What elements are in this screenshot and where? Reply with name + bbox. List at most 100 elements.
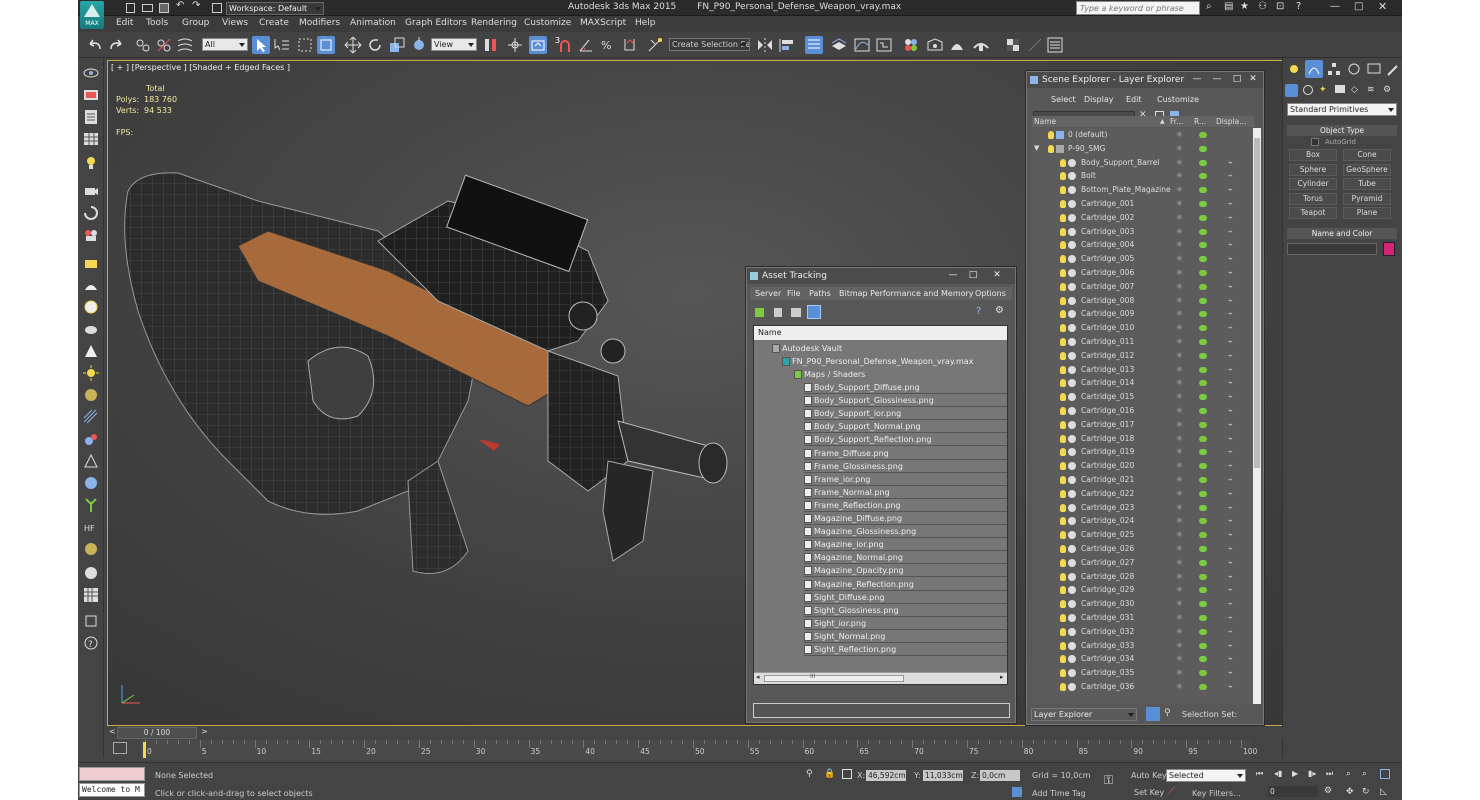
renderable-icon[interactable] [1199, 145, 1207, 152]
rectangular-selection-icon[interactable] [296, 36, 314, 54]
refresh-icon[interactable] [755, 308, 764, 317]
map-file-row[interactable]: Magazine_ior.png [804, 538, 1007, 552]
freeze-icon[interactable]: ✳ [1176, 211, 1183, 225]
display-mode-icon[interactable]: ⌁ [1228, 321, 1233, 335]
object-visibility-icon[interactable] [1060, 407, 1066, 415]
systems-icon[interactable]: ⚙ [1383, 85, 1391, 95]
display-tab-icon[interactable] [1365, 60, 1383, 78]
freeze-icon[interactable]: ✳ [1176, 611, 1183, 625]
display-mode-icon[interactable]: ⌁ [1228, 404, 1233, 418]
renderable-icon[interactable] [1199, 642, 1207, 649]
display-mode-icon[interactable]: ⌁ [1228, 197, 1233, 211]
placement-icon[interactable] [410, 36, 428, 54]
renderable-icon[interactable] [1199, 325, 1207, 332]
renderable-icon[interactable] [1199, 587, 1207, 594]
toggle-scene-explorer-icon[interactable] [805, 36, 823, 54]
se-explorer-type-dropdown[interactable]: Layer Explorer [1031, 708, 1137, 721]
object-visibility-icon[interactable] [1060, 683, 1066, 691]
freeze-icon[interactable]: ✳ [1176, 666, 1183, 680]
unlink-icon[interactable] [155, 36, 173, 54]
settings-gear-icon[interactable]: ⚙ [995, 305, 1004, 316]
display-mode-icon[interactable]: ⌁ [1228, 376, 1233, 390]
camera-group-icon[interactable] [82, 182, 100, 200]
next-frame-icon[interactable]: ▮▸ [1308, 769, 1316, 778]
display-mode-icon[interactable]: ⌁ [1228, 363, 1233, 377]
primitive-button-box[interactable]: Box [1289, 149, 1337, 161]
workspace-dropdown[interactable]: Workspace: Default [226, 2, 324, 15]
mirror-icon[interactable] [756, 36, 774, 54]
map-file-row[interactable]: Sight_Diffuse.png [804, 591, 1007, 604]
display-mode-icon[interactable]: ⌁ [1228, 169, 1233, 183]
scene-object-row[interactable]: Cartridge_016 ✳ ⌁ [1032, 404, 1254, 418]
se-vertical-scrollbar[interactable] [1253, 128, 1261, 704]
freeze-icon[interactable]: ✳ [1176, 307, 1183, 321]
scene-object-row[interactable]: Cartridge_004 ✳ ⌁ [1032, 238, 1254, 252]
display-mode-icon[interactable]: ⌁ [1228, 307, 1233, 321]
object-visibility-icon[interactable] [1060, 227, 1066, 236]
spacewarps-icon[interactable]: ≋ [1367, 85, 1375, 95]
object-visibility-icon[interactable] [1060, 213, 1066, 222]
renderable-icon[interactable] [1199, 270, 1207, 276]
freeze-icon[interactable]: ✳ [1176, 238, 1183, 252]
layer-row-p90[interactable]: ▼ P-90_SMG ✳ [1032, 142, 1254, 156]
at-menu-options[interactable]: Options [975, 289, 1006, 298]
modify-tab-icon[interactable] [1305, 60, 1323, 78]
asset-tracking-window[interactable]: Asset Tracking — □ ✕ Server File Paths B… [746, 267, 1016, 723]
object-color-swatch[interactable] [1383, 242, 1395, 256]
redo-icon[interactable]: ↷ [192, 0, 200, 11]
freeze-icon[interactable]: ✳ [1176, 390, 1183, 404]
time-slider-next-icon[interactable]: > [201, 727, 208, 736]
map-file-row[interactable]: Sight_ior.png [804, 617, 1007, 630]
object-visibility-icon[interactable] [1060, 600, 1066, 609]
se-layer-toggle-icon[interactable] [1146, 707, 1160, 721]
renderable-icon[interactable] [1199, 435, 1207, 442]
pivot-center-icon[interactable] [482, 36, 500, 54]
display-mode-icon[interactable]: ⌁ [1228, 418, 1233, 432]
menu-rendering[interactable]: Rendering [471, 18, 517, 28]
reference-coordinate-dropdown[interactable]: View [431, 38, 477, 51]
renderable-icon[interactable] [1199, 297, 1207, 304]
autogrid-checkbox[interactable] [1311, 138, 1319, 146]
scene-object-row[interactable]: Cartridge_001 ✳ ⌁ [1032, 197, 1254, 211]
communication-icon[interactable]: ★ [1240, 1, 1249, 12]
freeze-icon[interactable]: ✳ [1176, 583, 1183, 597]
map-file-row[interactable]: Frame_ior.png [804, 473, 1007, 486]
object-visibility-icon[interactable] [1060, 158, 1066, 167]
display-mode-icon[interactable]: ⌁ [1228, 666, 1233, 680]
curve-editor-icon[interactable] [853, 36, 871, 54]
cameras-icon[interactable] [82, 226, 100, 244]
primitive-button-geosphere[interactable]: GeoSphere [1343, 163, 1391, 176]
menu-edit[interactable]: Edit [116, 18, 133, 28]
freeze-icon[interactable]: ✳ [1176, 487, 1183, 501]
display-mode-icon[interactable]: ⌁ [1228, 156, 1233, 170]
ball-icon[interactable] [82, 564, 100, 582]
add-time-tag-button[interactable]: Add Time Tag [1032, 789, 1086, 798]
select-and-link-icon[interactable] [134, 36, 152, 54]
sun-light-icon[interactable] [82, 364, 100, 382]
object-visibility-icon[interactable] [1060, 172, 1066, 181]
scene-object-row[interactable]: Body_Support_Barrel ✳ ⌁ [1032, 156, 1254, 170]
particles-icon[interactable] [82, 408, 100, 426]
layer-on-icon[interactable] [1048, 144, 1054, 153]
renderable-icon[interactable] [1199, 380, 1207, 387]
at-menu-file[interactable]: File [787, 289, 800, 298]
map-file-row[interactable]: Magazine_Opacity.png [804, 564, 1007, 578]
grid-view-icon[interactable] [807, 305, 821, 319]
menu-create[interactable]: Create [259, 18, 289, 28]
se-col-display[interactable]: Displa... [1216, 116, 1246, 127]
scene-object-row[interactable]: Bottom_Plate_Magazine ✳ ⌁ [1032, 183, 1254, 197]
at-menu-server[interactable]: Server [755, 289, 781, 298]
freeze-icon[interactable]: ✳ [1176, 432, 1183, 446]
utilities-tab-icon[interactable] [1385, 60, 1402, 78]
material-editor-icon[interactable] [902, 36, 920, 54]
asset-path-field[interactable] [753, 703, 1010, 718]
scene-object-row[interactable]: Cartridge_024 ✳ ⌁ [1032, 514, 1254, 528]
se-menu-select[interactable]: Select [1051, 95, 1076, 104]
object-visibility-icon[interactable] [1060, 365, 1066, 374]
renderable-icon[interactable] [1199, 670, 1207, 677]
freeze-icon[interactable]: ✳ [1176, 597, 1183, 611]
scene-object-row[interactable]: Cartridge_026 ✳ ⌁ [1032, 542, 1254, 556]
object-visibility-icon[interactable] [1060, 393, 1066, 402]
freeze-icon[interactable]: ✳ [1176, 473, 1183, 487]
key-filter-icon[interactable]: ⟋ [1168, 786, 1175, 797]
